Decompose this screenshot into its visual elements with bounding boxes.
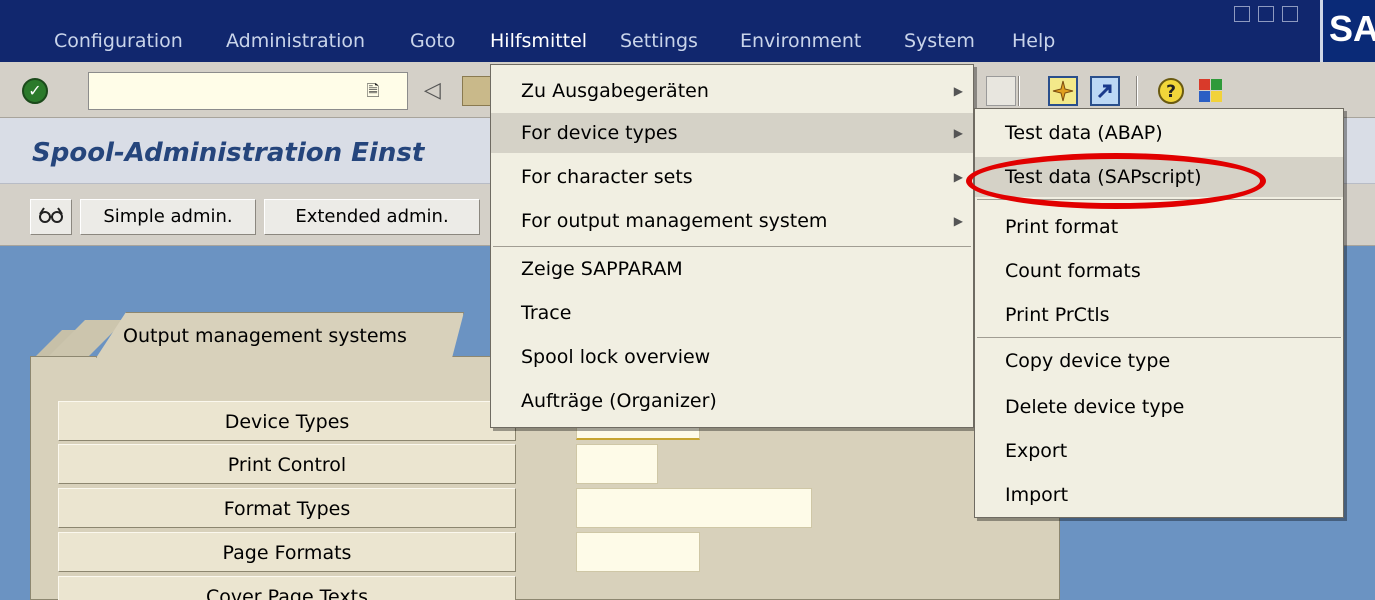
submenu-arrow-icon: ▶ <box>953 170 963 184</box>
highlight-circle <box>966 153 1266 209</box>
input-field[interactable] <box>576 532 700 572</box>
menu-bar: Configuration Administration Goto Hilfsm… <box>0 0 1375 70</box>
menu-item-trace[interactable]: Trace <box>491 293 973 333</box>
menu-item-for-device-types[interactable]: For device types ▶ <box>491 113 973 153</box>
input-field[interactable] <box>576 444 658 484</box>
simple-admin-button[interactable]: Simple admin. <box>80 199 256 235</box>
back-icon[interactable]: ◁ <box>424 78 448 104</box>
page-title: Spool-Administration Einst <box>32 138 425 168</box>
command-dropdown-icon[interactable]: 🗎 <box>362 80 384 102</box>
menu-environment[interactable]: Environment <box>740 30 861 52</box>
save-icon[interactable] <box>462 76 492 106</box>
help-icon[interactable]: ? <box>1156 76 1186 106</box>
input-field[interactable] <box>576 426 700 440</box>
menu-item-print-prctls[interactable]: Print PrCtls <box>975 295 1343 335</box>
input-field[interactable] <box>576 488 812 528</box>
menu-item-zeige-sapparam[interactable]: Zeige SAPPARAM <box>491 249 973 289</box>
menu-item-auftraege-organizer[interactable]: Aufträge (Organizer) <box>491 381 973 421</box>
close-icon[interactable] <box>1282 6 1298 22</box>
menu-separator <box>977 337 1341 338</box>
format-types-button[interactable]: Format Types <box>58 488 516 528</box>
menu-item-label: For device types <box>521 122 678 144</box>
menu-item-export[interactable]: Export <box>975 431 1343 471</box>
hilfsmittel-menu: Zu Ausgabegeräten ▶ For device types ▶ For… <box>490 64 974 428</box>
menu-hilfsmittel[interactable]: Hilfsmittel <box>490 30 587 52</box>
menu-item-label: For character sets <box>521 166 693 188</box>
command-field[interactable] <box>88 72 408 110</box>
submenu-arrow-icon: ▶ <box>953 126 963 140</box>
shortcut-icon[interactable] <box>1090 76 1120 106</box>
menu-administration[interactable]: Administration <box>226 30 365 52</box>
minimize-icon[interactable] <box>1234 6 1250 22</box>
menu-item-copy-device-type[interactable]: Copy device type <box>975 341 1343 381</box>
svg-text:?: ? <box>1166 82 1176 102</box>
menu-item-test-data-abap[interactable]: Test data (ABAP) <box>975 113 1343 153</box>
menu-separator <box>493 246 971 247</box>
menu-item-label: Zu Ausgabegeräten <box>521 80 709 102</box>
menu-item-for-output-management-system[interactable]: For output management system ▶ <box>491 201 973 241</box>
toolbar-separator <box>1136 76 1138 106</box>
toolbar-separator <box>1018 76 1020 106</box>
check-icon[interactable]: ✓ <box>22 78 48 104</box>
menu-item-zu-ausgabegeraeten[interactable]: Zu Ausgabegeräten ▶ <box>491 71 973 111</box>
create-session-icon[interactable] <box>1048 76 1078 106</box>
menu-help[interactable]: Help <box>1012 30 1055 52</box>
sap-logo: SA <box>1320 0 1375 62</box>
menu-item-label: For output management system <box>521 210 828 232</box>
customize-layout-icon[interactable] <box>1196 76 1226 106</box>
cover-page-texts-button[interactable]: Cover Page Texts <box>58 576 516 600</box>
page-formats-button[interactable]: Page Formats <box>58 532 516 572</box>
glasses-icon[interactable] <box>30 199 72 235</box>
menu-item-count-formats[interactable]: Count formats <box>975 251 1343 291</box>
menu-item-for-character-sets[interactable]: For character sets ▶ <box>491 157 973 197</box>
menu-configuration[interactable]: Configuration <box>54 30 183 52</box>
layout-icon[interactable] <box>986 76 1016 106</box>
extended-admin-button[interactable]: Extended admin. <box>264 199 480 235</box>
menu-goto[interactable]: Goto <box>410 30 455 52</box>
menu-item-print-format[interactable]: Print format <box>975 207 1343 247</box>
tab-output-management-systems[interactable]: Output management systems <box>96 312 464 358</box>
menu-item-import[interactable]: Import <box>975 475 1343 515</box>
menu-system[interactable]: System <box>904 30 975 52</box>
submenu-arrow-icon: ▶ <box>953 214 963 228</box>
submenu-arrow-icon: ▶ <box>953 84 963 98</box>
maximize-icon[interactable] <box>1258 6 1274 22</box>
print-control-button[interactable]: Print Control <box>58 444 516 484</box>
menu-item-spool-lock-overview[interactable]: Spool lock overview <box>491 337 973 377</box>
device-types-button[interactable]: Device Types <box>58 401 516 441</box>
menu-item-delete-device-type[interactable]: Delete device type <box>975 387 1343 427</box>
menu-settings[interactable]: Settings <box>620 30 698 52</box>
